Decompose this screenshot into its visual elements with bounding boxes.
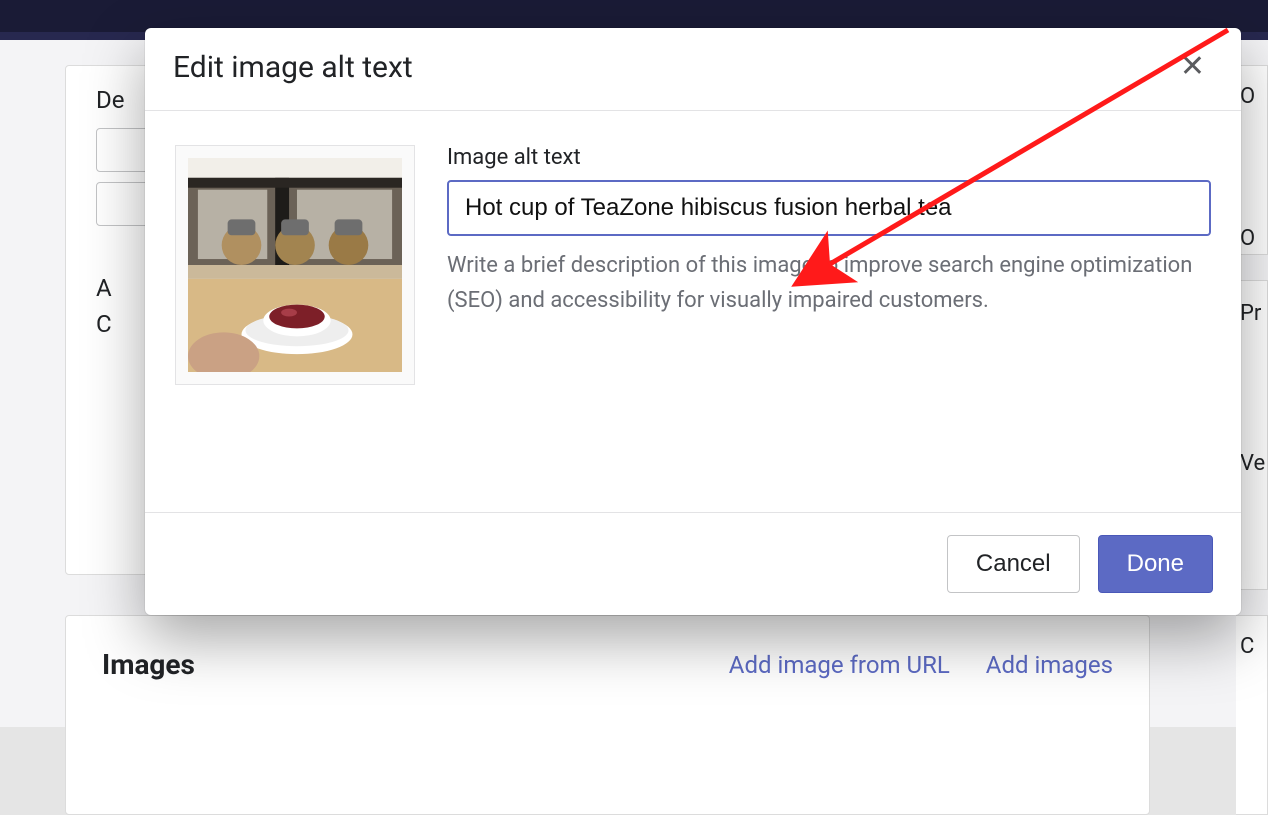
modal-title: Edit image alt text [173, 50, 413, 85]
edit-alt-text-modal: Edit image alt text ✕ [145, 28, 1241, 615]
modal-header: Edit image alt text ✕ [145, 28, 1241, 111]
add-image-from-url-link[interactable]: Add image from URL [729, 651, 950, 679]
alt-text-label: Image alt text [447, 145, 1211, 170]
cancel-button[interactable]: Cancel [947, 535, 1080, 593]
images-card-title: Images [102, 648, 195, 681]
image-thumbnail [175, 145, 415, 385]
alt-text-form: Image alt text Write a brief description… [447, 145, 1211, 502]
sidebar-card-3: C [1236, 615, 1268, 815]
modal-body: Image alt text Write a brief description… [145, 111, 1241, 513]
modal-footer: Cancel Done [145, 513, 1241, 615]
alt-text-help: Write a brief description of this image … [447, 248, 1197, 318]
done-button[interactable]: Done [1098, 535, 1213, 593]
close-icon[interactable]: ✕ [1172, 48, 1213, 86]
images-card: Images Add image from URL Add images [65, 615, 1150, 815]
add-images-link[interactable]: Add images [986, 651, 1113, 679]
alt-text-input[interactable] [447, 180, 1211, 236]
